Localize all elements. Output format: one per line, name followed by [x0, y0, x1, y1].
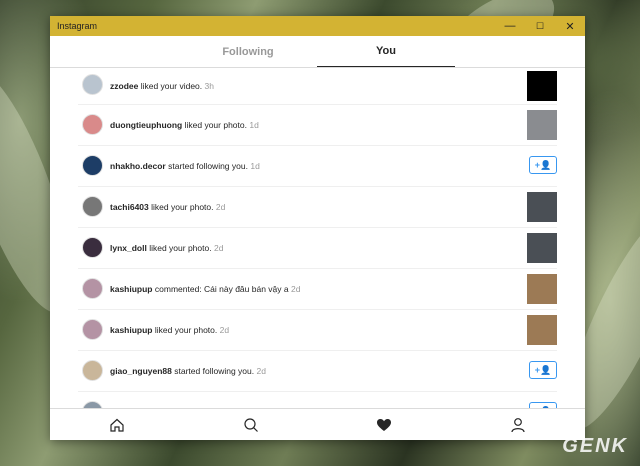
- notification-row[interactable]: lynx_doll liked your photo. 2d: [78, 228, 557, 269]
- notification-time: 2d: [215, 202, 226, 212]
- nav-search[interactable]: [184, 409, 318, 440]
- post-thumbnail[interactable]: [527, 71, 557, 101]
- notification-time: 2d: [213, 243, 224, 253]
- tab-following[interactable]: Following: [179, 36, 317, 67]
- notification-row[interactable]: niaomarketer started following you. 2d+👤: [78, 392, 557, 408]
- avatar[interactable]: [82, 278, 103, 299]
- username-link[interactable]: kashiupup: [110, 325, 153, 335]
- notification-action: started following you.: [174, 366, 255, 376]
- notification-text: nhakho.decor started following you. 1d: [110, 146, 260, 186]
- bottom-nav: [50, 408, 585, 440]
- notification-row[interactable]: nhakho.decor started following you. 1d +👤: [78, 146, 557, 187]
- notification-action: liked your photo.: [149, 243, 212, 253]
- activity-tabs: Following You: [50, 36, 585, 68]
- avatar[interactable]: [82, 155, 103, 176]
- follow-back-button[interactable]: +👤: [529, 156, 557, 174]
- watermark-logo: GENK: [562, 435, 628, 457]
- post-thumbnail[interactable]: [527, 274, 557, 304]
- notification-action: commented: Cái này đâu bán vậy a: [154, 284, 289, 294]
- username-link[interactable]: nhakho.decor: [110, 161, 166, 171]
- post-thumbnail[interactable]: [527, 315, 557, 345]
- avatar[interactable]: [82, 114, 103, 135]
- avatar[interactable]: [82, 319, 103, 340]
- notification-row[interactable]: tachi6403 liked your photo. 2d: [78, 187, 557, 228]
- tab-you[interactable]: You: [317, 36, 455, 67]
- post-thumbnail[interactable]: [527, 192, 557, 222]
- heart-icon: [377, 418, 392, 431]
- notification-action: liked your photo.: [154, 325, 218, 335]
- notification-text: giao_nguyen88 started following you. 2d: [110, 351, 266, 391]
- username-link[interactable]: duongtieuphuong: [110, 120, 182, 130]
- notification-text: zzodee liked your video. 3h: [110, 68, 214, 104]
- notification-text: niaomarketer started following you. 2d: [110, 392, 257, 408]
- avatar[interactable]: [82, 360, 103, 381]
- username-link[interactable]: zzodee: [110, 81, 138, 91]
- notification-time: 2d: [290, 284, 301, 294]
- follow-back-button[interactable]: +👤: [529, 361, 557, 379]
- avatar[interactable]: [82, 74, 103, 95]
- nav-activity[interactable]: [318, 409, 452, 440]
- notification-text: duongtieuphuong liked your photo. 1d: [110, 105, 259, 145]
- notification-text: kashiupup commented: Cái này đâu bán vậy…: [110, 269, 300, 309]
- title-bar[interactable]: Instagram — ☐ ✕: [50, 16, 585, 36]
- notification-row[interactable]: duongtieuphuong liked your photo. 1d: [78, 105, 557, 146]
- nav-home[interactable]: [50, 409, 184, 440]
- post-thumbnail[interactable]: [527, 233, 557, 263]
- notification-action: liked your photo.: [151, 202, 214, 212]
- avatar[interactable]: [82, 196, 103, 217]
- notification-row[interactable]: kashiupup commented: Cái này đâu bán vậy…: [78, 269, 557, 310]
- username-link[interactable]: kashiupup: [110, 284, 153, 294]
- username-link[interactable]: lynx_doll: [110, 243, 147, 253]
- notification-action: liked your video.: [140, 81, 203, 91]
- avatar[interactable]: [82, 401, 103, 408]
- minimize-button[interactable]: —: [495, 16, 525, 36]
- notification-time: 2d: [219, 325, 230, 335]
- close-button[interactable]: ✕: [555, 16, 585, 36]
- notification-time: 2d: [256, 366, 266, 376]
- notification-time: 3h: [204, 81, 214, 91]
- window-title: Instagram: [57, 21, 98, 31]
- notification-text: lynx_doll liked your photo. 2d: [110, 228, 223, 268]
- profile-icon: [511, 417, 525, 432]
- notification-text: kashiupup liked your photo. 2d: [110, 310, 229, 350]
- instagram-window: Instagram — ☐ ✕ Following You zzodee lik…: [50, 16, 585, 440]
- username-link[interactable]: tachi6403: [110, 202, 149, 212]
- notification-text: tachi6403 liked your photo. 2d: [110, 187, 225, 227]
- notification-row[interactable]: zzodee liked your video. 3h: [78, 68, 557, 105]
- username-link[interactable]: giao_nguyen88: [110, 366, 172, 376]
- home-icon: [110, 418, 124, 432]
- notification-row[interactable]: giao_nguyen88 started following you. 2d +…: [78, 351, 557, 392]
- notification-action: started following you.: [168, 161, 248, 171]
- maximize-button[interactable]: ☐: [525, 16, 555, 36]
- avatar[interactable]: [82, 237, 103, 258]
- notification-time: 1d: [250, 161, 260, 171]
- notification-action: liked your photo.: [184, 120, 247, 130]
- post-thumbnail[interactable]: [527, 110, 557, 140]
- notification-time: 1d: [249, 120, 259, 130]
- search-icon: [244, 417, 258, 432]
- notification-row[interactable]: kashiupup liked your photo. 2d: [78, 310, 557, 351]
- notification-list[interactable]: zzodee liked your video. 3h duongtieuphuo…: [50, 68, 585, 408]
